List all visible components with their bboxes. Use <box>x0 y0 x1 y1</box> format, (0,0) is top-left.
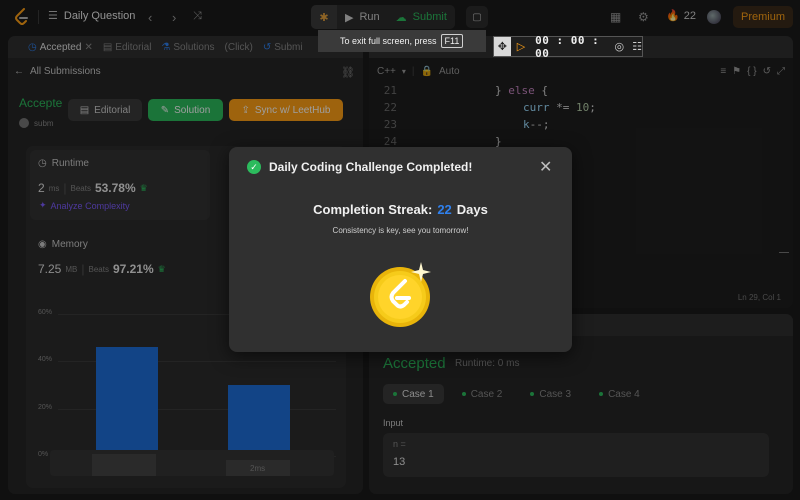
leetcoin-icon <box>370 262 431 327</box>
f11-key: F11 <box>440 34 464 48</box>
fullscreen-tooltip: To exit full screen, press F11 <box>318 30 486 52</box>
modal-title: Daily Coding Challenge Completed! <box>269 160 473 174</box>
streak-value: 22 <box>437 202 452 217</box>
modal-title-row: ✓ Daily Coding Challenge Completed! <box>247 160 472 174</box>
check-circle-icon: ✓ <box>247 160 261 174</box>
timer-play-icon[interactable]: ▷ <box>517 40 525 53</box>
eye-icon[interactable]: ◎ <box>615 40 625 53</box>
modal-subtitle: Consistency is key, see you tomorrow! <box>332 226 469 235</box>
streak-label: Completion Streak: <box>313 202 433 217</box>
close-icon[interactable]: ✕ <box>539 157 552 177</box>
move-handle-icon[interactable]: ✥ <box>494 37 511 56</box>
sliders-icon[interactable]: ☷ <box>632 40 642 53</box>
streak-unit: Days <box>456 202 488 217</box>
timer-display: 00 : 00 : 00 <box>535 33 600 60</box>
timer-widget: ✥ ▷ 00 : 00 : 00 ◎ ☷ <box>493 33 643 60</box>
daily-challenge-modal: ✓ Daily Coding Challenge Completed! ✕ Co… <box>229 147 572 352</box>
streak-line: Completion Streak: 22 Days <box>229 202 572 217</box>
fullscreen-tip-text: To exit full screen, press <box>340 36 437 46</box>
